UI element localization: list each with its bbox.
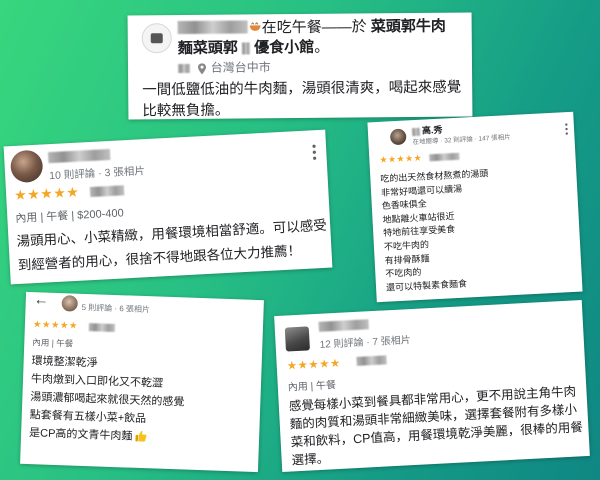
location-line: 台灣台中市 (177, 58, 271, 76)
review-line-last: 是CP高的文青牛肉麵 (29, 424, 148, 444)
review-card: 高.秀 在地嚮導 · 32 則評論 · 147 張相片 ★★★★★ 吃的出天然食… (367, 111, 583, 303)
star-rating: ★★★★★ (286, 357, 342, 373)
star-rating: ★★★★★ (379, 152, 423, 165)
place-name-link-cont[interactable]: 麵菜頭郭 (178, 40, 238, 58)
review-line: 不吃肉的 (385, 267, 422, 279)
blurred-date (88, 323, 116, 333)
post-body-line: 比較無負擔。 (142, 102, 230, 120)
more-options-icon[interactable] (565, 122, 569, 135)
blurred-date (429, 152, 460, 162)
map-pin-icon (197, 63, 207, 75)
activity-text: 在吃午餐——於 (261, 18, 367, 37)
end-mark: 。 (314, 38, 330, 56)
place-name-link-end[interactable]: 優食小館 (254, 39, 314, 57)
review-line: 選擇。 (291, 451, 330, 468)
blurred-text (241, 42, 251, 55)
review-stats: 12 則評論 · 7 張相片 (319, 335, 412, 351)
star-rating: ★★★★★ (32, 319, 79, 332)
blurred-text (411, 127, 421, 136)
blurred-user-name[interactable] (318, 319, 369, 332)
location-text: 台灣台中市 (210, 60, 271, 75)
review-line: 環境整潔乾淨 (31, 355, 98, 370)
visit-meta: 內用 | 午餐 (32, 337, 74, 349)
post-header-line-2: 麵菜頭郭 優食小館。 (178, 36, 330, 58)
review-stats: 5 則評論 · 6 張相片 (81, 302, 151, 315)
avatar[interactable] (389, 128, 407, 146)
review-card: ← 5 則評論 · 6 張相片 ★★★★★ 內用 | 午餐 環境整潔乾淨 牛肉燉… (20, 291, 264, 473)
avatar-logo-mark (150, 33, 163, 44)
back-arrow-icon[interactable]: ← (34, 292, 50, 309)
thumbs-up-icon (135, 430, 147, 442)
review-card: 10 則評論 · 3 張相片 ★★★★★ 內用 | 午餐 | $200-400 … (3, 129, 333, 285)
review-line: 是CP高的文青牛肉麵 (28, 427, 133, 443)
checkin-post-card: 在吃午餐——於 菜頭郭牛肉 麵菜頭郭 優食小館。 台灣台中市 一間低鹽低油的牛肉… (127, 12, 473, 120)
blurred-date (356, 355, 387, 366)
review-line: 有排骨酥麵 (384, 253, 430, 266)
review-line: 非常好喝還可以續湯 (380, 183, 463, 198)
avatar[interactable] (9, 149, 44, 184)
review-line: 還可以特製素食麵食 (385, 278, 468, 293)
avatar[interactable] (61, 295, 78, 312)
blurred-date (89, 185, 125, 198)
review-stats: 10 則評論 · 3 張相片 (48, 165, 146, 183)
more-options-icon[interactable] (312, 144, 317, 160)
star-rating: ★★★★★ (13, 183, 80, 204)
blurred-date (177, 64, 191, 74)
review-line: 點套餐有五樣小菜+飲品 (29, 409, 147, 426)
avatar[interactable] (141, 23, 172, 54)
post-body-line: 一間低鹽低油的牛肉麵，湯頭很清爽，喝起來感覺 (142, 79, 462, 99)
review-line: 牛肉燉到入口即化又不乾澀 (30, 373, 164, 390)
blurred-user-name[interactable] (47, 148, 111, 164)
visit-meta: 內用 | 午餐 | $200-400 (15, 207, 125, 225)
review-card: 12 則評論 · 7 張相片 ★★★★★ 內用 | 午餐 感覺每樣小菜到餐具都非… (274, 300, 590, 472)
avatar[interactable] (284, 326, 310, 352)
visit-meta: 內用 | 午餐 (287, 380, 337, 394)
bowl-icon (249, 19, 262, 32)
place-name-link[interactable]: 菜頭郭牛肉 (371, 18, 446, 36)
post-header-line: 在吃午餐——於 菜頭郭牛肉 (262, 15, 446, 38)
blurred-user-name (177, 20, 248, 35)
review-line: 特地前往享受美食 (382, 224, 456, 239)
